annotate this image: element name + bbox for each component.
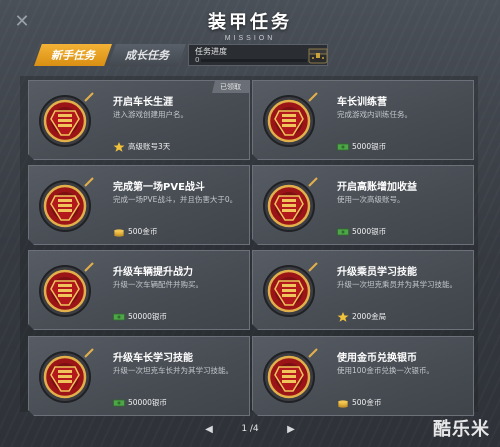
reward-amount: 高级账号3天: [128, 142, 171, 151]
task-title: 升级车长学习技能: [113, 353, 193, 364]
task-description: 完成一场PVE战斗，并且伤害大于0。: [113, 195, 238, 204]
task-card[interactable]: 开启车长生涯进入游戏创建用户名。 高级账号3天 已领取: [28, 80, 250, 160]
medal-icon: [259, 259, 323, 323]
task-reward: 500金币: [337, 397, 381, 408]
task-title: 车长训练营: [337, 97, 387, 108]
task-card[interactable]: 车长训练营完成游戏内训练任务。 5000银币: [252, 80, 474, 160]
triangle-right-icon[interactable]: ▶: [284, 420, 298, 438]
task-reward: 50000银币: [113, 311, 167, 322]
reward-amount: 5000银币: [352, 227, 387, 236]
medal-icon: [259, 345, 323, 409]
star-icon: [337, 312, 349, 322]
cash-icon: [113, 312, 125, 322]
task-reward: 5000银币: [337, 141, 386, 152]
reward-chest-icon[interactable]: [306, 43, 330, 67]
task-card[interactable]: 使用金币兑换银币使用100金币兑换一次银币。 500金币: [252, 336, 474, 416]
reward-amount: 2000金局: [352, 312, 387, 321]
medal-icon: [259, 174, 323, 238]
task-description: 进入游戏创建用户名。: [113, 110, 188, 119]
task-card[interactable]: 升级车辆提升战力升级一次车辆配件并购买。 50000银币: [28, 250, 250, 330]
task-reward: 5000银币: [337, 226, 386, 237]
cash-icon: [113, 398, 125, 408]
task-card[interactable]: 开启高账增加收益 使用一次高级账号。 5000银币: [252, 165, 474, 245]
task-reward: 高级账号3天: [113, 141, 170, 152]
task-description: 使用100金币兑换一次银币。: [337, 366, 434, 375]
task-card[interactable]: 升级乘员学习技能升级一次坦克乘员并为其学习技能。 2000金局: [252, 250, 474, 330]
task-title: 开启高账增加收益: [337, 182, 417, 193]
reward-amount: 500金币: [352, 398, 382, 407]
progress-value: 0: [195, 56, 200, 64]
reward-amount: 50000银币: [128, 312, 167, 321]
task-description: 升级一次坦克乘员并为其学习技能。: [337, 280, 457, 289]
task-title: 完成第一场PVE战斗: [113, 182, 205, 193]
page-header: 装甲任务 MISSION: [0, 8, 500, 42]
task-title: 使用金币兑换银币: [337, 353, 417, 364]
reward-amount: 5000银币: [352, 142, 387, 151]
cash-icon: [337, 142, 349, 152]
tab-growth-tasks[interactable]: 成长任务: [108, 44, 186, 66]
task-card[interactable]: 升级车长学习技能升级一次坦克车长并为其学习技能。 50000银币: [28, 336, 250, 416]
cash-icon: [337, 227, 349, 237]
tab-novice-tasks[interactable]: 新手任务: [34, 44, 112, 66]
page-subtitle: MISSION: [224, 35, 276, 42]
claimed-badge: 已领取: [212, 81, 249, 93]
task-title: 升级车辆提升战力: [113, 267, 193, 278]
reward-amount: 500金币: [128, 227, 158, 236]
progress-label: 任务进度: [195, 47, 227, 56]
star-icon: [113, 142, 125, 152]
progress-track: [201, 59, 307, 62]
task-card[interactable]: 完成第一场PVE战斗完成一场PVE战斗，并且伤害大于0。 500金币: [28, 165, 250, 245]
task-title: 升级乘员学习技能: [337, 267, 417, 278]
task-title: 开启车长生涯: [113, 97, 173, 108]
medal-icon: [35, 89, 99, 153]
watermark-logo: 酷乐米: [433, 419, 490, 440]
page-title: 装甲任务: [208, 12, 292, 33]
gold-coins-icon: [113, 227, 125, 237]
task-reward: 50000银币: [113, 397, 167, 408]
reward-amount: 50000银币: [128, 398, 167, 407]
task-description: 使用一次高级账号。: [337, 195, 405, 204]
medal-icon: [35, 174, 99, 238]
gold-coins-icon: [337, 398, 349, 408]
task-description: 完成游戏内训练任务。: [337, 110, 412, 119]
medal-icon: [259, 89, 323, 153]
task-reward: 2000金局: [337, 311, 386, 322]
task-reward: 500金币: [113, 226, 157, 237]
medal-icon: [35, 259, 99, 323]
task-description: 升级一次坦克车长并为其学习技能。: [113, 366, 233, 375]
task-description: 升级一次车辆配件并购买。: [113, 280, 203, 289]
medal-icon: [35, 345, 99, 409]
